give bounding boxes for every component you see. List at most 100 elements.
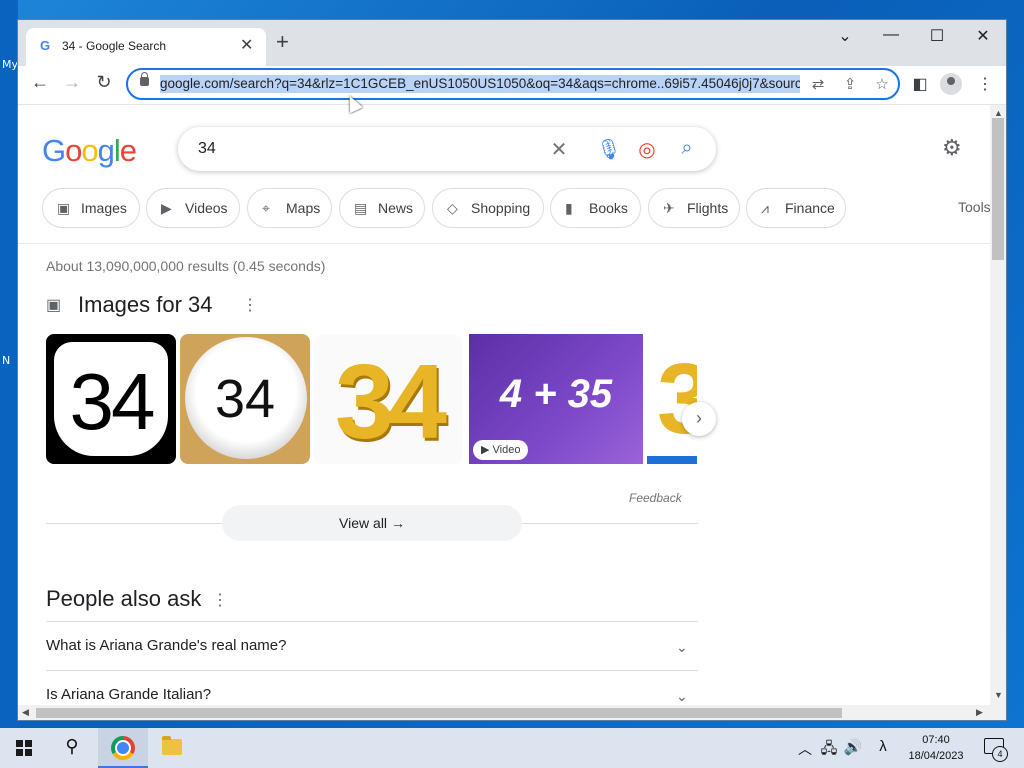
tab-strip: G 34 - Google Search ✕ + ⌄ — ☐ ✕: [18, 20, 1006, 66]
chevron-down-icon[interactable]: ⌄: [676, 639, 688, 656]
chip-label: Videos: [185, 200, 228, 216]
chip-books[interactable]: ▮ Books: [550, 188, 641, 228]
play-icon: ▶: [161, 200, 172, 216]
logo-letter: G: [42, 133, 66, 168]
new-tab-button[interactable]: +: [276, 31, 289, 53]
video-thumbnail[interactable]: 4 + 35 ▶ Video: [469, 334, 643, 464]
chip-videos[interactable]: ▶ Videos: [146, 188, 240, 228]
forward-button[interactable]: →: [60, 72, 84, 93]
back-button[interactable]: ←: [28, 72, 52, 93]
scroll-left-icon[interactable]: ◀: [22, 707, 29, 718]
search-icon[interactable]: ⌕: [674, 137, 700, 160]
windows-start-icon[interactable]: [16, 740, 32, 756]
pin-icon: ⌖: [262, 200, 270, 216]
more-options-icon[interactable]: ⋮: [242, 295, 258, 315]
tools-button[interactable]: Tools: [958, 199, 990, 215]
more-options-icon[interactable]: ⋮: [212, 590, 228, 610]
clock-date: 18/04/2023: [908, 750, 964, 762]
chrome-taskbar-button[interactable]: [98, 728, 148, 768]
url-text[interactable]: google.com/search?q=34&rlz=1C1GCEB_enUS1…: [160, 75, 800, 93]
chip-shopping[interactable]: ◇ Shopping: [432, 188, 544, 228]
browser-window: G 34 - Google Search ✕ + ⌄ — ☐ ✕ ← → ↻ g…: [18, 20, 1006, 720]
chip-news[interactable]: ▤ News: [339, 188, 425, 228]
tag-icon: ◇: [447, 200, 458, 216]
lock-icon[interactable]: [140, 72, 149, 86]
desktop-icon-label[interactable]: My: [2, 58, 18, 71]
thumbnail-text: 34: [335, 343, 447, 461]
maximize-button[interactable]: ☐: [925, 26, 949, 46]
search-box[interactable]: 34 ✕ 🎙 ◎ ⌕: [178, 127, 716, 171]
thumbnail-caption-bar: [647, 456, 697, 464]
vertical-scrollbar-thumb[interactable]: [992, 118, 1004, 260]
chip-finance[interactable]: ⩘ Finance: [746, 188, 846, 228]
paa-question[interactable]: Is Ariana Grande Italian?: [46, 686, 211, 703]
browser-toolbar: ← → ↻ google.com/search?q=34&rlz=1C1GCEB…: [18, 66, 1006, 105]
scroll-up-icon[interactable]: ▲: [994, 108, 1003, 118]
image-thumbnail[interactable]: 34: [46, 334, 176, 464]
search-input[interactable]: 34: [198, 140, 216, 158]
feedback-link[interactable]: Feedback: [629, 491, 682, 505]
browser-tab[interactable]: G 34 - Google Search ✕: [26, 28, 266, 66]
side-panel-icon[interactable]: ◧: [909, 74, 931, 94]
close-window-button[interactable]: ✕: [971, 26, 995, 46]
translate-icon[interactable]: ⇄: [808, 75, 828, 93]
image-thumbnail[interactable]: 34: [314, 334, 462, 464]
system-clock[interactable]: 07:40 18/04/2023: [900, 732, 972, 764]
image-thumbnail[interactable]: 3: [647, 334, 697, 464]
chart-icon: ⩘: [761, 200, 769, 216]
file-explorer-icon[interactable]: [162, 736, 182, 755]
images-heading-text[interactable]: Images for 34: [78, 292, 213, 318]
scroll-down-icon[interactable]: ▼: [994, 690, 1003, 700]
volume-icon[interactable]: 🔊: [838, 738, 868, 756]
news-icon: ▤: [354, 200, 368, 216]
video-badge-label: Video: [492, 444, 521, 456]
arrow-right-icon: →: [390, 515, 405, 531]
image-icon: ▣: [57, 200, 71, 216]
chevron-down-icon[interactable]: ⌄: [833, 26, 857, 46]
search-icon[interactable]: ⚲: [57, 736, 87, 757]
scroll-right-icon[interactable]: ▶: [976, 707, 983, 718]
chip-label: Shopping: [471, 200, 531, 216]
chip-label: News: [378, 200, 414, 216]
start-logo-pane: [25, 749, 32, 756]
chip-maps[interactable]: ⌖ Maps: [247, 188, 332, 228]
address-bar[interactable]: google.com/search?q=34&rlz=1C1GCEB_enUS1…: [126, 68, 900, 100]
people-also-ask-heading: People also ask: [46, 586, 202, 611]
minimize-button[interactable]: —: [879, 26, 903, 44]
settings-gear-icon[interactable]: ⚙: [942, 135, 962, 161]
horizontal-scrollbar-thumb[interactable]: [36, 708, 842, 718]
view-all-button[interactable]: View all →: [222, 505, 522, 541]
reload-button[interactable]: ↻: [92, 72, 116, 93]
input-method-icon[interactable]: λ: [868, 738, 898, 755]
logo-letter: g: [97, 133, 115, 168]
paa-divider: [46, 621, 698, 622]
share-icon[interactable]: ⇪: [840, 75, 860, 93]
video-badge: ▶ Video: [473, 440, 529, 460]
thumbnail-text: 34: [69, 357, 156, 446]
microphone-icon[interactable]: 🎙: [596, 137, 622, 162]
tab-title: 34 - Google Search: [62, 39, 167, 53]
plane-icon: ✈: [663, 200, 675, 216]
chip-label: Maps: [286, 200, 321, 216]
chip-label: Books: [589, 200, 628, 216]
clear-icon[interactable]: ✕: [546, 137, 572, 162]
chevron-down-icon[interactable]: ⌄: [676, 688, 688, 705]
image-icon: ▣: [46, 297, 62, 314]
google-logo[interactable]: Google: [42, 133, 137, 169]
google-favicon-icon: G: [40, 38, 51, 53]
menu-kebab-icon[interactable]: ⋮: [974, 74, 996, 94]
chevron-right-icon[interactable]: ›: [682, 402, 716, 436]
chip-flights[interactable]: ✈ Flights: [648, 188, 740, 228]
desktop-icon-label[interactable]: N: [2, 354, 10, 367]
camera-lens-icon[interactable]: ◎: [634, 137, 660, 162]
logo-letter: o: [65, 133, 82, 168]
logo-letter: e: [119, 133, 137, 168]
bookmark-star-icon[interactable]: ☆: [872, 75, 892, 93]
image-thumbnail[interactable]: 34: [180, 334, 310, 464]
thumbnail-text: 3: [657, 343, 697, 455]
chip-images[interactable]: ▣ Images: [42, 188, 140, 228]
chip-label: Flights: [687, 200, 729, 216]
tab-close-icon[interactable]: ✕: [240, 35, 253, 55]
paa-question[interactable]: What is Ariana Grande's real name?: [46, 637, 286, 654]
profile-avatar-icon[interactable]: [940, 73, 962, 95]
